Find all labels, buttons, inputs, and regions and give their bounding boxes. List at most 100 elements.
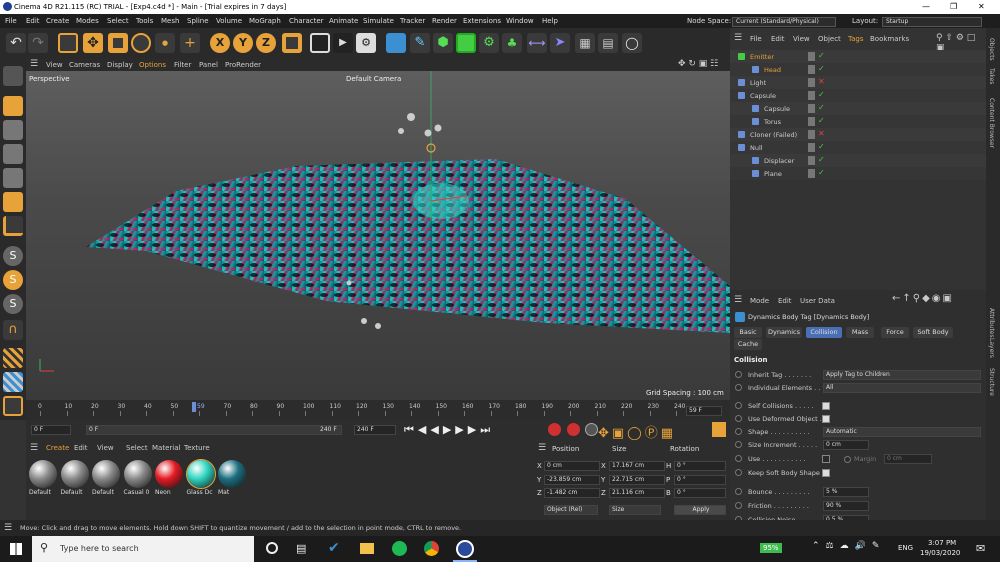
menu-edit[interactable]: Edit: [26, 17, 40, 25]
rotation-field[interactable]: 0 °: [674, 488, 726, 498]
object-row[interactable]: Torus ✓: [730, 115, 986, 128]
attribute-hamburger-icon[interactable]: ☰: [734, 295, 742, 305]
visibility-toggle[interactable]: [808, 130, 815, 139]
viewport-menu-cameras[interactable]: Cameras: [69, 61, 100, 69]
object-row[interactable]: Displacer ✓: [730, 154, 986, 167]
pen-icon[interactable]: ✎: [410, 33, 430, 53]
snap-icon[interactable]: S: [3, 246, 23, 266]
material-menu-view[interactable]: View: [97, 444, 114, 452]
texture-mode-icon[interactable]: [3, 120, 23, 140]
battery-indicator[interactable]: 95%: [760, 543, 782, 553]
menu-volume[interactable]: Volume: [216, 17, 242, 25]
attribute-checkbox[interactable]: [822, 415, 830, 423]
start-frame-field[interactable]: 0 F: [31, 425, 71, 435]
quantize-icon[interactable]: S: [3, 294, 23, 314]
windows-start-icon[interactable]: [10, 543, 22, 555]
animation-radio[interactable]: [735, 384, 742, 391]
visibility-toggle[interactable]: [808, 65, 815, 74]
attribute-menu-mode[interactable]: Mode: [750, 297, 769, 305]
enabled-check-icon[interactable]: ✕: [818, 77, 825, 86]
right-tab-attributes[interactable]: Attributes: [988, 308, 995, 338]
redo-icon[interactable]: ↷: [28, 33, 48, 53]
rotation-field[interactable]: 0 °: [674, 474, 726, 485]
render-settings-icon[interactable]: ⚙: [356, 33, 376, 53]
object-menu-bookmarks[interactable]: Bookmarks: [870, 35, 909, 43]
attribute-number-field[interactable]: 5 %: [823, 487, 869, 497]
tray-icons[interactable]: ⌃⚖☁🔊✎: [812, 541, 885, 551]
rotation-field[interactable]: 0 °: [674, 461, 726, 471]
animation-radio[interactable]: [735, 415, 742, 422]
object-name[interactable]: Plane: [764, 170, 782, 178]
attribute-number-field[interactable]: 90 %: [823, 501, 869, 511]
tab-mass[interactable]: Mass: [846, 327, 874, 338]
viewport-menu-display[interactable]: Display: [107, 61, 133, 69]
attribute-dropdown[interactable]: Automatic: [823, 427, 981, 437]
enabled-check-icon[interactable]: ✓: [818, 90, 825, 99]
recent-tools-icon[interactable]: ●: [155, 33, 175, 53]
enabled-check-icon[interactable]: ✓: [818, 51, 825, 60]
edges-mode-icon[interactable]: [3, 168, 23, 188]
magnet-icon[interactable]: ∩: [3, 320, 23, 340]
menu-extensions[interactable]: Extensions: [463, 17, 501, 25]
attribute-dropdown[interactable]: All: [823, 383, 981, 393]
material-menu-material[interactable]: Material: [152, 444, 180, 452]
scene-icon[interactable]: ➤: [550, 33, 570, 53]
points-mode-icon[interactable]: [3, 144, 23, 164]
animation-radio[interactable]: [735, 455, 742, 462]
material-menu-texture[interactable]: Texture: [184, 444, 210, 452]
menu-window[interactable]: Window: [506, 17, 534, 25]
attribute-menu-edit[interactable]: Edit: [778, 297, 792, 305]
menu-select[interactable]: Select: [107, 17, 129, 25]
menu-file[interactable]: File: [5, 17, 17, 25]
margin-radio[interactable]: [844, 456, 851, 463]
object-menu-view[interactable]: View: [793, 35, 810, 43]
chrome-icon[interactable]: [424, 541, 439, 556]
snap-settings-icon[interactable]: S: [3, 270, 23, 290]
object-name[interactable]: Cloner (Failed): [750, 131, 797, 139]
task-view-icon[interactable]: ▤: [296, 542, 306, 555]
visibility-toggle[interactable]: [808, 104, 815, 113]
menu-create[interactable]: Create: [46, 17, 69, 25]
record-icon[interactable]: [548, 423, 561, 436]
axis-mode-icon[interactable]: [3, 216, 23, 236]
timeline[interactable]: 59 F 0 10 20 30 40 50 59 70 80 90 100 110 120 130 140 1…: [26, 400, 730, 420]
use-margin-checkbox[interactable]: [822, 455, 830, 463]
live-select-icon[interactable]: [58, 33, 78, 53]
animation-radio[interactable]: [735, 488, 742, 495]
animation-radio[interactable]: [735, 428, 742, 435]
clock-date[interactable]: 19/03/2020: [920, 549, 960, 557]
light-icon[interactable]: ◯: [622, 33, 642, 53]
polygons-mode-icon[interactable]: [3, 192, 23, 212]
object-name[interactable]: Capsule: [764, 105, 790, 113]
attribute-dropdown[interactable]: Apply Tag to Children: [823, 370, 981, 380]
menu-character[interactable]: Character: [289, 17, 324, 25]
enabled-check-icon[interactable]: ✓: [818, 116, 825, 125]
position-field[interactable]: -1.482 cm: [544, 488, 600, 498]
menu-modes[interactable]: Modes: [76, 17, 99, 25]
enabled-check-icon[interactable]: ✕: [818, 129, 825, 138]
timeline-window-icon[interactable]: [712, 422, 726, 437]
tab-basic[interactable]: Basic: [734, 327, 762, 338]
object-row[interactable]: Null ✓: [730, 141, 986, 154]
viewport-menu-panel[interactable]: Panel: [199, 61, 218, 69]
menu-mograph[interactable]: MoGraph: [249, 17, 281, 25]
tab-soft-body[interactable]: Soft Body: [913, 327, 953, 338]
object-name[interactable]: Torus: [764, 118, 781, 126]
object-name[interactable]: Null: [750, 144, 763, 152]
tab-dynamics[interactable]: Dynamics: [766, 327, 802, 338]
viewport[interactable]: Perspective Default Camera Grid Spacing …: [26, 71, 730, 400]
material-ball[interactable]: [155, 460, 183, 488]
cinema4d-taskbar-icon[interactable]: [456, 540, 474, 558]
object-name[interactable]: Emitter: [750, 53, 774, 61]
attribute-menu-user-data[interactable]: User Data: [800, 297, 835, 305]
current-frame-field[interactable]: 59 F: [686, 406, 722, 416]
object-name[interactable]: Head: [764, 66, 781, 74]
right-tab-takes[interactable]: Takes: [988, 68, 995, 84]
viewport-menu-filter[interactable]: Filter: [174, 61, 191, 69]
right-tab-layers[interactable]: Layers: [988, 338, 995, 358]
menu-tools[interactable]: Tools: [136, 17, 153, 25]
tab-cache[interactable]: Cache: [734, 339, 762, 350]
apply-button[interactable]: Apply: [674, 505, 726, 515]
object-row[interactable]: Cloner (Failed) ✕: [730, 128, 986, 141]
visibility-toggle[interactable]: [808, 169, 815, 178]
